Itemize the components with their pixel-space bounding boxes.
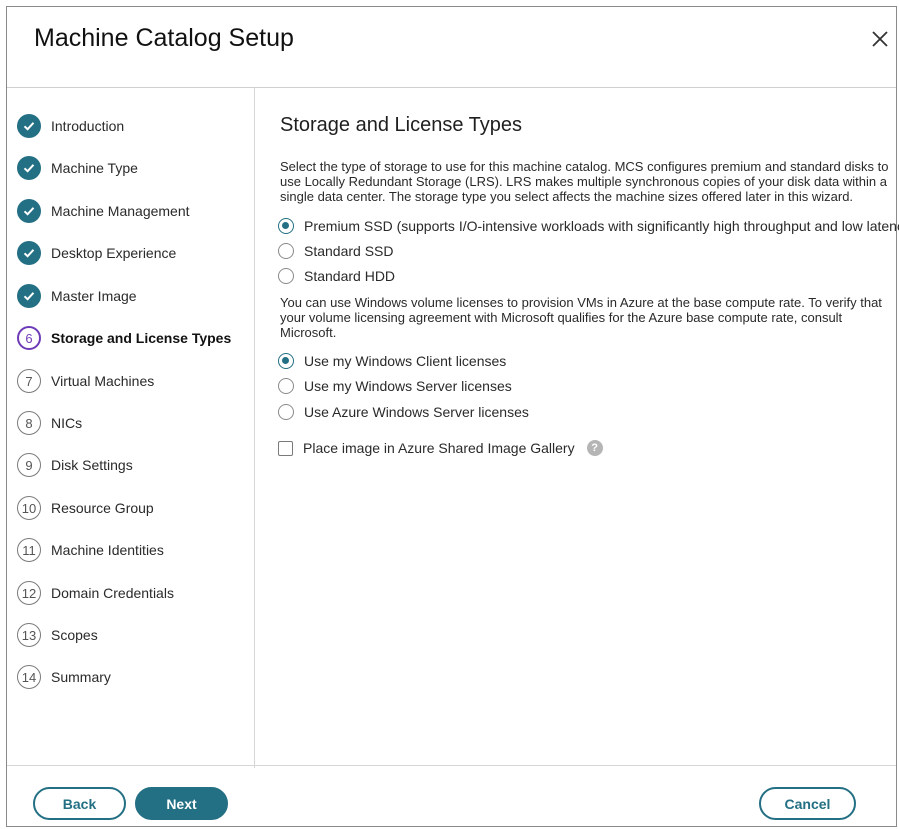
step-number-badge: 11: [17, 538, 41, 562]
radio-button[interactable]: [278, 268, 294, 284]
license-description: You can use Windows volume licenses to p…: [280, 295, 882, 340]
step-storage-and-license-types[interactable]: 6 Storage and License Types: [17, 325, 231, 351]
radio-label: Standard HDD: [304, 268, 396, 284]
check-icon: [17, 199, 41, 223]
step-content: Storage and License Types Select the typ…: [255, 88, 899, 768]
storage-description: Select the type of storage to use for th…: [280, 159, 889, 204]
radio-label: Use Azure Windows Server licenses: [304, 404, 529, 420]
radio-label: Premium SSD (supports I/O-intensive work…: [304, 218, 899, 234]
radio-label: Standard SSD: [304, 243, 394, 259]
check-icon: [17, 284, 41, 308]
wizard-steps-sidebar: Introduction Machine Type Machine Manage…: [7, 88, 255, 768]
step-label: Machine Management: [51, 203, 190, 219]
step-introduction[interactable]: Introduction: [17, 113, 124, 139]
radio-label: Use my Windows Server licenses: [304, 378, 512, 394]
check-icon: [17, 114, 41, 138]
step-summary[interactable]: 14 Summary: [17, 664, 111, 690]
title-bar: Machine Catalog Setup: [7, 7, 896, 88]
step-label: NICs: [51, 415, 83, 431]
step-number-badge: 7: [17, 369, 41, 393]
step-number-badge: 13: [17, 623, 41, 647]
next-button[interactable]: Next: [135, 787, 228, 820]
step-master-image[interactable]: Master Image: [17, 283, 137, 309]
checkbox-label: Place image in Azure Shared Image Galler…: [303, 440, 575, 456]
step-label: Master Image: [51, 288, 137, 304]
step-number-badge: 12: [17, 581, 41, 605]
storage-option-standard-hdd[interactable]: Standard HDD: [278, 266, 395, 286]
step-label: Resource Group: [51, 500, 154, 516]
cancel-button[interactable]: Cancel: [759, 787, 856, 820]
step-machine-type[interactable]: Machine Type: [17, 155, 138, 181]
step-disk-settings[interactable]: 9 Disk Settings: [17, 452, 133, 478]
dialog-footer: Back Next Cancel: [7, 765, 896, 826]
radio-button-selected[interactable]: [278, 353, 294, 369]
step-domain-credentials[interactable]: 12 Domain Credentials: [17, 580, 174, 606]
shared-image-gallery-option[interactable]: Place image in Azure Shared Image Galler…: [278, 438, 603, 458]
step-virtual-machines[interactable]: 7 Virtual Machines: [17, 368, 154, 394]
section-title: Storage and License Types: [280, 114, 523, 136]
step-label: Storage and License Types: [51, 330, 232, 346]
storage-option-premium-ssd[interactable]: Premium SSD (supports I/O-intensive work…: [278, 216, 899, 236]
step-scopes[interactable]: 13 Scopes: [17, 622, 98, 648]
radio-button[interactable]: [278, 404, 294, 420]
step-resource-group[interactable]: 10 Resource Group: [17, 495, 154, 521]
step-label: Domain Credentials: [51, 585, 174, 601]
step-label: Machine Identities: [51, 542, 164, 558]
step-number-badge: 9: [17, 453, 41, 477]
storage-option-standard-ssd[interactable]: Standard SSD: [278, 241, 394, 261]
radio-button-selected[interactable]: [278, 218, 294, 234]
step-label: Virtual Machines: [51, 373, 155, 389]
license-option-azure-windows-server[interactable]: Use Azure Windows Server licenses: [278, 402, 529, 422]
dialog-window: Machine Catalog Setup Introduction Machi…: [6, 6, 899, 827]
step-nics[interactable]: 8 NICs: [17, 410, 82, 436]
step-label: Machine Type: [51, 160, 138, 176]
step-desktop-experience[interactable]: Desktop Experience: [17, 240, 176, 266]
license-option-windows-server[interactable]: Use my Windows Server licenses: [278, 376, 512, 396]
license-option-windows-client[interactable]: Use my Windows Client licenses: [278, 351, 506, 371]
step-machine-management[interactable]: Machine Management: [17, 198, 190, 224]
dialog-title: Machine Catalog Setup: [34, 24, 294, 52]
step-label: Introduction: [51, 118, 125, 134]
radio-button[interactable]: [278, 243, 294, 259]
step-label: Desktop Experience: [51, 245, 177, 261]
step-machine-identities[interactable]: 11 Machine Identities: [17, 537, 164, 563]
step-number-badge: 8: [17, 411, 41, 435]
checkbox[interactable]: [278, 440, 293, 456]
question-mark-icon[interactable]: ?: [586, 440, 603, 456]
step-label: Disk Settings: [51, 457, 133, 473]
back-button[interactable]: Back: [33, 787, 126, 820]
check-icon: [17, 241, 41, 265]
radio-button[interactable]: [278, 378, 294, 394]
step-number-badge: 6: [17, 326, 41, 350]
radio-label: Use my Windows Client licenses: [304, 353, 507, 369]
close-icon: [872, 31, 888, 47]
step-number-badge: 10: [17, 496, 41, 520]
step-number-badge: 14: [17, 665, 41, 689]
check-icon: [17, 156, 41, 180]
step-label: Scopes: [51, 627, 98, 643]
step-label: Summary: [51, 669, 111, 685]
close-button[interactable]: [868, 27, 892, 51]
